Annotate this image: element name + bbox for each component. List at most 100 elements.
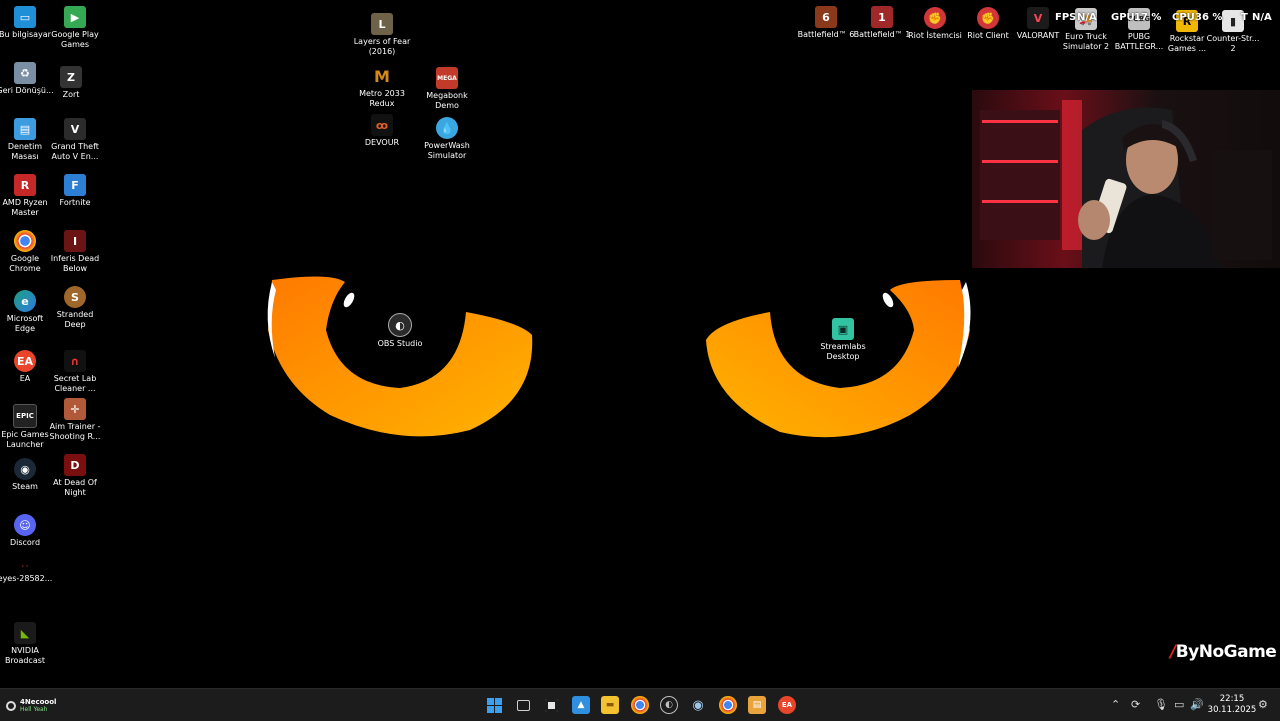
desktop-icon-zort[interactable]: Z Zort (42, 66, 100, 100)
desktop-icon-label: Battlefield™ 6 (797, 30, 855, 39)
desktop-icon-obs-studio[interactable]: ◐ OBS Studio (371, 313, 429, 349)
ea-icon: EA (781, 701, 793, 709)
taskbar-chrome[interactable] (631, 696, 649, 714)
desktop-icon-label: Aim Trainer - Shooting R... (49, 422, 101, 441)
battlefield1-icon: 1 (871, 6, 893, 28)
desktop-icon-label: Battlefield™ 1 (853, 30, 911, 39)
desktop-icon-stranded-deep[interactable]: S Stranded Deep (46, 286, 104, 330)
tray-network-icon[interactable]: ▭ (1174, 698, 1184, 711)
user-status: Hell Yeah (20, 706, 48, 713)
desktop-icon-megabonk[interactable]: MEGA Megabonk Demo (418, 67, 476, 111)
layers-of-fear-icon: L (371, 13, 393, 35)
desktop-icon-label: Streamlabs Desktop (820, 342, 866, 361)
aim-trainer-icon: ✛ (64, 398, 86, 420)
taskbar-ea[interactable]: EA (778, 696, 796, 714)
file-explorer-icon: ▬ (605, 700, 615, 710)
photos-icon: ▲ (577, 700, 585, 710)
inferis-icon: I (64, 230, 86, 252)
desktop-icon-label: Secret Lab Cleaner ... (53, 374, 97, 393)
gta-icon: V (64, 118, 86, 140)
taskbar-obs[interactable]: ◐ (660, 696, 678, 714)
cpu-label: CPU (1172, 12, 1195, 23)
riot-client-2-icon: ✊ (977, 7, 999, 29)
valorant-icon: V (1027, 7, 1049, 29)
tray-microphone-icon[interactable]: 🎙 (1154, 698, 1168, 711)
desktop-icon-label: Google Play Games (51, 30, 99, 49)
notepad-icon: ▤ (752, 700, 762, 710)
dead-of-night-icon: D (64, 454, 86, 476)
taskbar-file-explorer[interactable]: ▬ (601, 696, 619, 714)
notifications-icon[interactable]: ⚙ (1258, 698, 1268, 711)
desktop-icon-label: At Dead Of Night (53, 478, 97, 497)
desktop-icon-google-play-games[interactable]: ▶ Google Play Games (46, 6, 104, 50)
desktop-icon-label: DEVOUR (364, 138, 400, 147)
desktop-icon-label: Stranded Deep (56, 310, 94, 329)
clock-date: 30.11.2025 (1207, 705, 1257, 715)
desktop-icon-label: Inferis Dead Below (50, 254, 100, 273)
desktop-icon-gta-v[interactable]: V Grand Theft Auto V En... (46, 118, 104, 162)
user-status-widget[interactable]: 4Necoool Hell Yeah (6, 698, 56, 714)
windows-start-button[interactable] (485, 696, 503, 714)
desktop-icon-label: OBS Studio (377, 339, 423, 348)
desktop-icon-discord[interactable]: ☺ Discord (0, 514, 54, 548)
brand-watermark: /ByNoGame (1170, 642, 1277, 662)
desktop-icon-aim-trainer[interactable]: ✛ Aim Trainer - Shooting R... (46, 398, 104, 442)
megabonk-icon: MEGA (436, 67, 458, 89)
epic-icon: EPIC (13, 404, 37, 428)
play-games-icon: ▶ (64, 6, 86, 28)
riot-client-icon: ✊ (924, 7, 946, 29)
tray-sync-icon[interactable]: ⟳ (1131, 698, 1140, 711)
desktop-icon-label: Megabonk Demo (426, 91, 468, 110)
secret-lab-icon: ∩ (64, 350, 86, 372)
fps-value: N/A (1077, 12, 1097, 23)
taskbar-clock[interactable]: 22:15 30.11.2025 (1206, 694, 1258, 716)
clock-time: 22:15 (1219, 694, 1245, 704)
desktop-icon-layers-of-fear[interactable]: L Layers of Fear (2016) (353, 13, 411, 57)
fortnite-icon: F (64, 174, 86, 196)
desktop-icon-powerwash[interactable]: 💧 PowerWash Simulator (418, 117, 476, 161)
desktop-icon-fortnite[interactable]: F Fortnite (46, 174, 104, 208)
desktop-icon-nvidia-broadcast[interactable]: ◣ NVIDIA Broadcast (0, 622, 54, 666)
desktop-icon-devour[interactable]: ꝏ DEVOUR (353, 114, 411, 148)
recycle-bin-icon: ♻ (14, 62, 36, 84)
brand-name: ByNoGame (1175, 642, 1277, 662)
computer-icon: ▭ (14, 6, 36, 28)
desktop-icon-battlefield-1[interactable]: 1 Battlefield™ 1 (853, 6, 911, 40)
image-file-icon: · · (14, 560, 36, 572)
obs-icon: ◐ (388, 313, 412, 337)
desktop-icon-label: Counter-Str... 2 (1206, 34, 1260, 53)
desktop-icon-eyes-image[interactable]: · · eyes-28582... (0, 560, 54, 584)
desktop-icon-label: Discord (9, 538, 41, 547)
desktop-icon-battlefield-6[interactable]: 6 Battlefield™ 6 (797, 6, 855, 40)
desktop-icon-label: Layers of Fear (2016) (353, 37, 411, 56)
stranded-icon: S (64, 286, 86, 308)
taskbar-snipping-tool[interactable] (542, 696, 560, 714)
taskbar-photos[interactable]: ▲ (572, 696, 590, 714)
streamlabs-icon: ▣ (832, 318, 854, 340)
nvidia-icon: ◣ (14, 622, 36, 644)
desktop-icon-label: Euro Truck Simulator 2 (1062, 32, 1110, 51)
task-view-button[interactable] (514, 696, 532, 714)
desktop-icon-at-dead-of-night[interactable]: D At Dead Of Night (46, 454, 104, 498)
desktop-icon-secret-lab-cleaner[interactable]: ∩ Secret Lab Cleaner ... (46, 350, 104, 394)
desktop-icon-label: Metro 2033 Redux (359, 89, 405, 108)
tray-overflow-chevron-icon[interactable]: ⌃ (1111, 698, 1120, 711)
taskbar: 4Necoool Hell Yeah ▲ ▬ ◐ ◉ ▤ EA ⌃ ⟳ 🎙 ▭ … (0, 688, 1280, 721)
taskbar-steam[interactable]: ◉ (689, 696, 707, 714)
desktop-icon-metro-2033[interactable]: M Metro 2033 Redux (353, 65, 411, 109)
tray-volume-icon[interactable]: 🔊 (1190, 698, 1204, 711)
user-avatar-icon (6, 701, 16, 711)
metro-icon: M (371, 65, 393, 87)
desktop-icon-streamlabs[interactable]: ▣ Streamlabs Desktop (814, 318, 872, 362)
cpu-value: 36 % (1195, 12, 1223, 23)
desktop-icon-riot-istemcisi[interactable]: ✊ Riot İstemcisi (906, 7, 964, 41)
taskbar-notepad[interactable]: ▤ (748, 696, 766, 714)
zort-icon: Z (60, 66, 82, 88)
desktop-icon-label: Fortnite (59, 198, 91, 207)
snipping-tool-icon (544, 698, 558, 712)
desktop-icon-label: Riot İstemcisi (908, 31, 962, 40)
desktop-icon-inferis[interactable]: I Inferis Dead Below (46, 230, 104, 274)
windows-start-icon (486, 697, 502, 713)
user-name: 4Necoool (20, 698, 57, 706)
taskbar-chrome-beta[interactable] (719, 696, 737, 714)
